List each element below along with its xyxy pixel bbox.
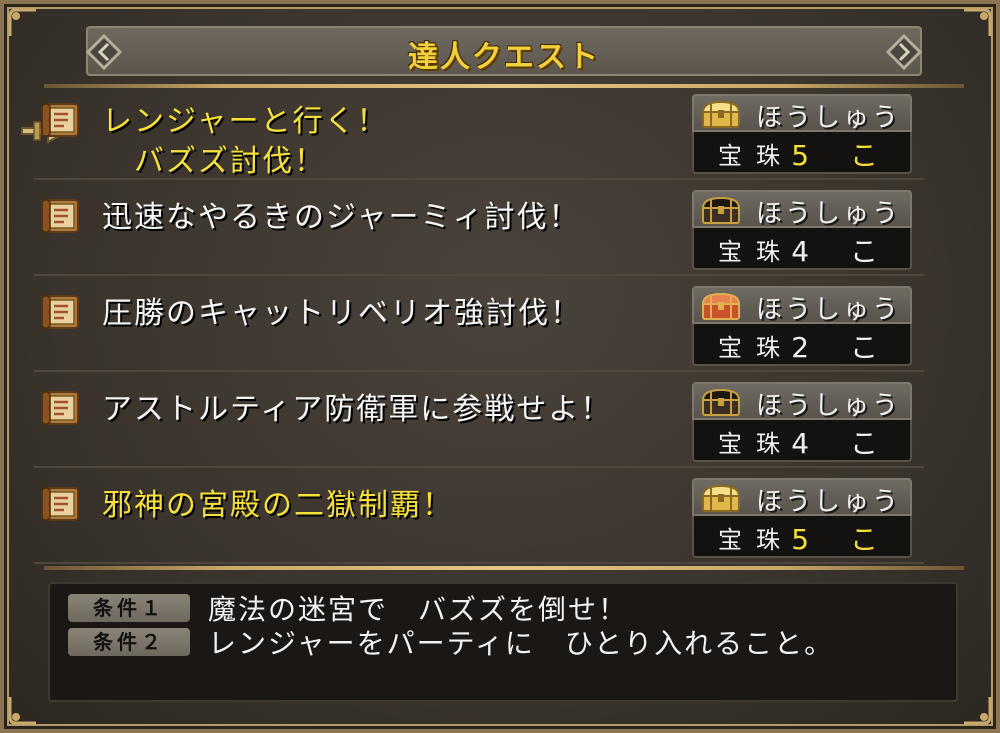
reward-item: 宝珠 [718,334,794,362]
corner-ornament-icon [6,693,40,727]
scroll-icon [41,391,79,425]
quest-name: 圧勝のキャットリベリオ強討伐！ [102,296,582,331]
reward-item: 宝珠 [718,142,794,170]
corner-ornament-icon [960,693,994,727]
gold-chest-icon [701,484,741,512]
reward-count: 4 こ [791,235,894,268]
scroll-icon [41,199,79,233]
quest-row[interactable]: アストルティア防衛軍に参戦せよ！ ほうしゅう 宝珠 4 こ [34,378,924,468]
condition-label: 条件１ [68,594,190,622]
reward-panel: ほうしゅう 宝珠 5 こ [692,94,912,176]
gold-chest-icon [701,100,741,128]
quest-row[interactable]: 圧勝のキャットリベリオ強討伐！ ほうしゅう 宝珠 2 こ [34,282,924,372]
reward-item: 宝珠 [718,430,794,458]
reward-count: 4 こ [791,427,894,460]
scroll-icon [41,103,79,137]
reward-panel: ほうしゅう 宝珠 4 こ [692,190,912,272]
divider-top [44,84,964,88]
quest-window: 達人クエスト レンジャーと行く！ バズズ討伐！ ほうしゅう 宝珠 5 こ 迅速な… [0,0,1000,733]
diamond-ornament-icon [886,34,922,70]
scroll-icon [41,295,79,329]
reward-value: 宝珠 4 こ [692,420,912,462]
corner-ornament-icon [6,6,40,40]
dark-chest-icon [701,196,741,224]
row-divider [34,370,924,372]
quest-row[interactable]: レンジャーと行く！ バズズ討伐！ ほうしゅう 宝珠 5 こ [34,90,924,180]
dark-chest-icon [701,388,741,416]
reward-header: ほうしゅう [692,190,912,229]
condition-text: レンジャーをパーティに ひとり入れること。 [208,627,835,660]
reward-count: 2 こ [791,331,894,364]
reward-value: 宝珠 5 こ [692,516,912,558]
quest-name: 迅速なやるきのジャーミィ討伐！ [102,200,581,235]
row-divider [34,466,924,468]
condition-label: 条件２ [68,628,190,656]
condition-row: 条件１ 魔法の迷宮で バズズを倒せ！ [68,592,928,626]
reward-item: 宝珠 [718,526,794,554]
reward-label: ほうしゅう [756,295,902,325]
scroll-icon [41,487,79,521]
reward-label: ほうしゅう [756,487,902,517]
window-title: 達人クエスト [408,40,600,75]
reward-label: ほうしゅう [756,199,902,229]
quest-name: アストルティア防衛軍に参戦せよ！ [102,392,613,427]
reward-header: ほうしゅう [692,382,912,421]
reward-value: 宝珠 5 こ [692,132,912,174]
reward-count: 5 こ [791,523,894,556]
red-chest-icon [701,292,741,320]
reward-header: ほうしゅう [692,478,912,517]
title-bar: 達人クエスト [86,26,922,76]
quest-row[interactable]: 迅速なやるきのジャーミィ討伐！ ほうしゅう 宝珠 4 こ [34,186,924,276]
reward-panel: ほうしゅう 宝珠 4 こ [692,382,912,464]
conditions-panel: 条件１ 魔法の迷宮で バズズを倒せ！ 条件２ レンジャーをパーティに ひとり入れ… [48,582,958,702]
reward-value: 宝珠 2 こ [692,324,912,366]
row-divider [34,562,924,564]
quest-name: レンジャーと行く！ バズズ討伐！ [102,104,389,179]
row-divider [34,274,924,276]
corner-ornament-icon [960,6,994,40]
reward-count: 5 こ [791,139,894,172]
reward-label: ほうしゅう [756,391,902,421]
reward-item: 宝珠 [718,238,794,266]
row-divider [34,178,924,180]
reward-header: ほうしゅう [692,286,912,325]
reward-panel: ほうしゅう 宝珠 2 こ [692,286,912,368]
quest-row[interactable]: 邪神の宮殿の二獄制覇！ ほうしゅう 宝珠 5 こ [34,474,924,564]
divider-bottom [44,566,964,570]
reward-value: 宝珠 4 こ [692,228,912,270]
reward-header: ほうしゅう [692,94,912,133]
reward-panel: ほうしゅう 宝珠 5 こ [692,478,912,560]
condition-row: 条件２ レンジャーをパーティに ひとり入れること。 [68,626,928,660]
quest-name: 邪神の宮殿の二獄制覇！ [102,488,454,523]
reward-label: ほうしゅう [756,103,902,133]
